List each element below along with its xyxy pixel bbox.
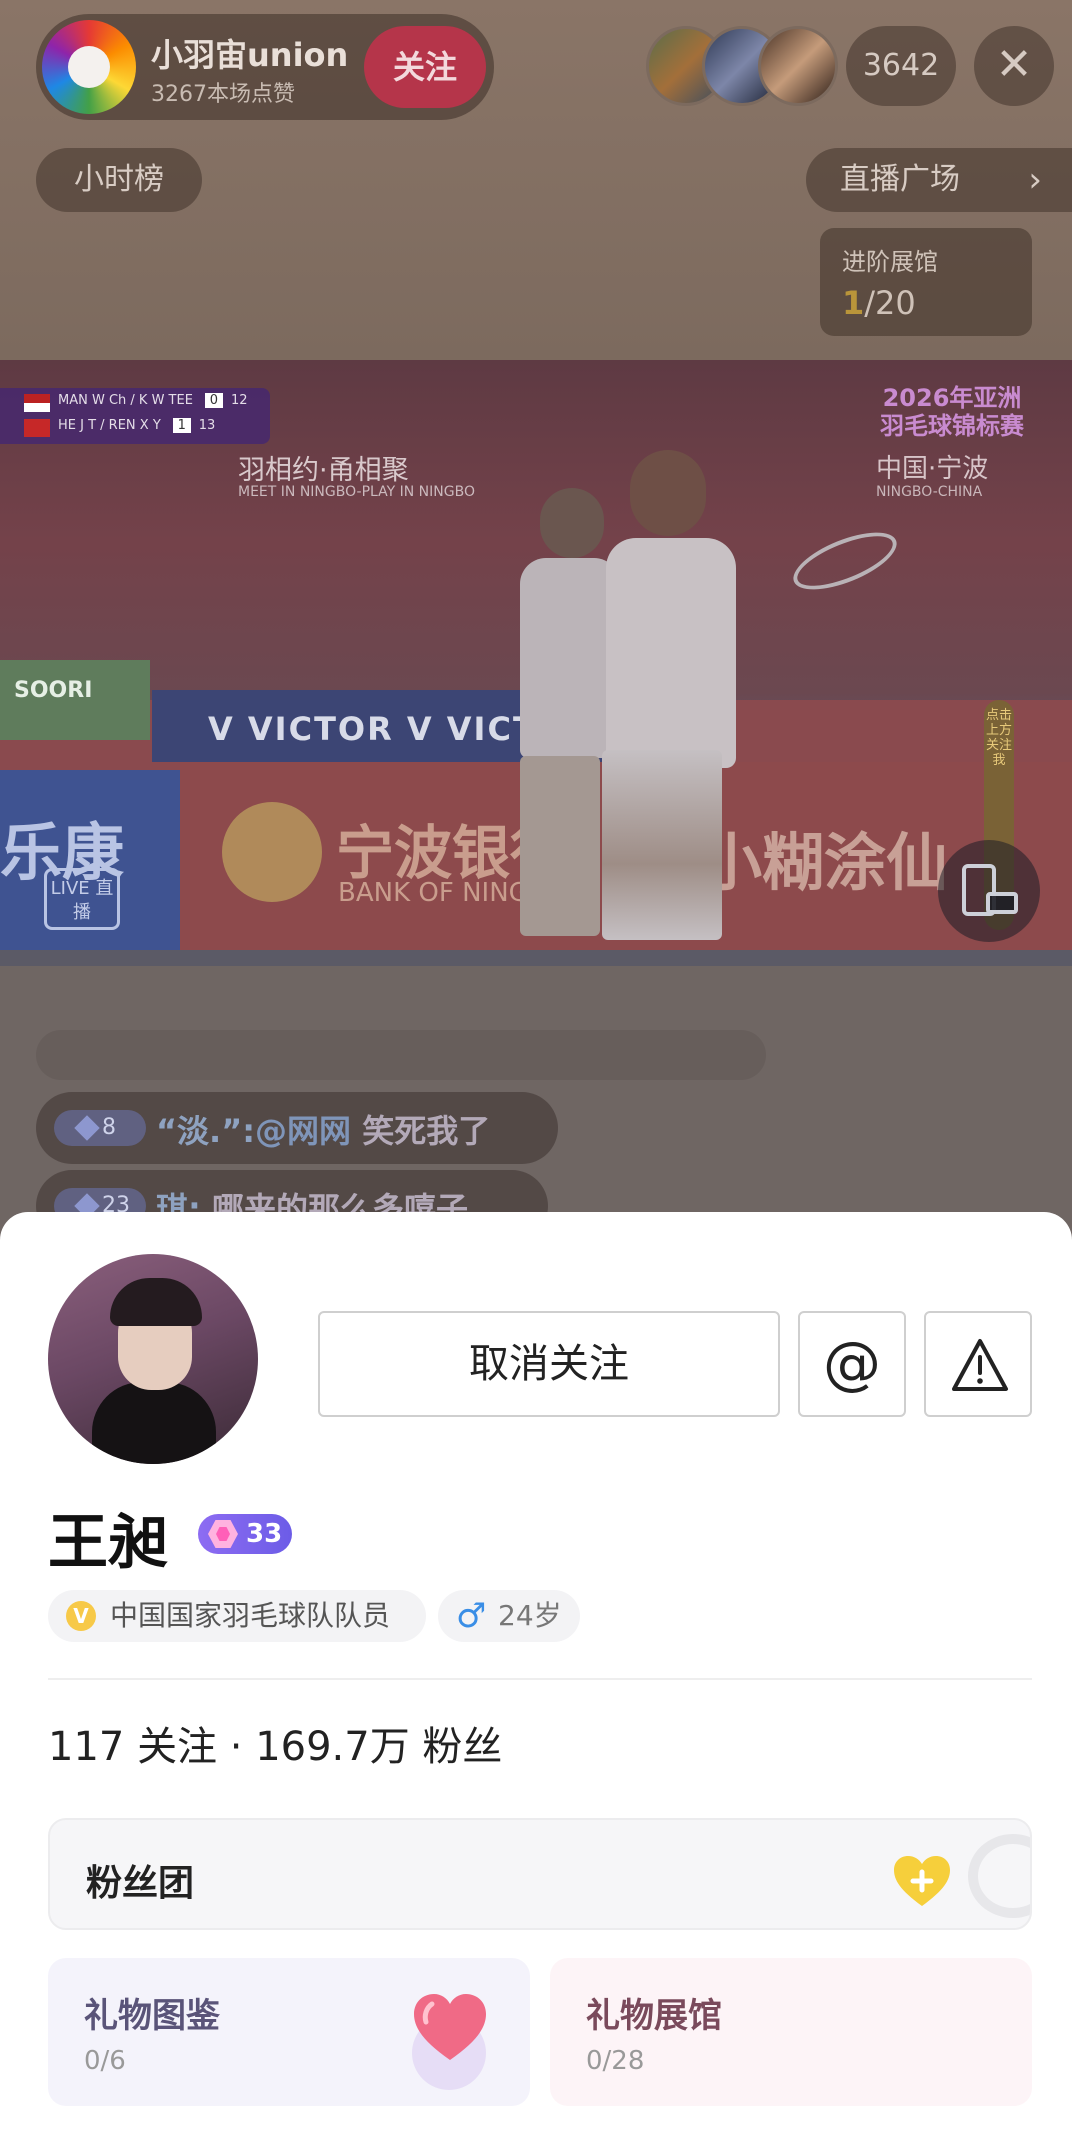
racket — [786, 520, 904, 602]
hexagon-icon — [208, 1520, 238, 1548]
user-level: 8 — [102, 1115, 116, 1140]
comment-line: “淡.”:@网网 笑死我了 — [156, 1106, 490, 1152]
ad-board-victor-text: V VICTOR V VICT — [208, 710, 537, 748]
close-icon[interactable]: ✕ — [974, 26, 1054, 106]
bank-logo — [222, 802, 322, 902]
avatar-shoulders — [92, 1382, 216, 1464]
viewer-count[interactable]: 3642 — [846, 26, 956, 106]
score-names: MAN W Ch / K W TEE — [58, 393, 193, 408]
event-city: 中国·宁波 — [876, 454, 989, 484]
player-front-head — [630, 450, 706, 536]
divider — [48, 1678, 1032, 1680]
level-number: 33 — [246, 1519, 283, 1549]
host-likes: 3267本场点赞 — [151, 82, 295, 107]
gift-hall-card[interactable]: 礼物展馆 0/28 — [550, 1958, 1032, 2106]
score-row: HE J T / REN X Y 1 13 — [58, 418, 215, 440]
live-video[interactable]: SOORI V VICTOR V VICT 宁波银行 BANK OF NINGB… — [0, 360, 1072, 966]
age-tag: ♂ 24岁 — [438, 1590, 580, 1642]
comment-mention: @网网 — [255, 1112, 352, 1150]
player-front — [506, 450, 736, 950]
comment-user[interactable]: “淡.”: — [156, 1112, 255, 1150]
event-logo: 2026年亚洲羽毛球锦标赛 — [880, 384, 1024, 440]
event-city-sub: NINGBO-CHINA — [876, 484, 983, 500]
warning-icon[interactable] — [924, 1311, 1032, 1417]
heart-plus-svg — [894, 1856, 950, 1906]
scoreboard: MAN W Ch / K W TEE 0 12 HE J T / REN X Y 11… — [0, 388, 270, 444]
score-names: HE J T / REN X Y — [58, 418, 161, 433]
viewer-avatar[interactable] — [758, 26, 838, 106]
hour-rank-button[interactable]: 小时榜 — [36, 148, 202, 212]
event-slogan-sub: MEET IN NINGBO-PLAY IN NINGBO — [238, 484, 475, 500]
comment-text: 笑死我了 — [351, 1112, 491, 1150]
flag-malaysia — [24, 394, 50, 412]
advance-total: /20 — [864, 284, 916, 322]
user-level-badge: 8 — [54, 1110, 146, 1146]
advance-hall-progress: 1/20 — [842, 284, 916, 322]
age-text: 24岁 — [498, 1599, 562, 1632]
landscape-outline — [986, 892, 1018, 914]
verification-text: 中国国家羽毛球队队员 — [110, 1599, 391, 1632]
follow-stats[interactable]: 117 关注 · 169.7万 粉丝 — [48, 1714, 502, 1772]
score-row: MAN W Ch / K W TEE 0 12 — [58, 393, 247, 415]
gift-catalog-count: 0/6 — [84, 2046, 126, 2076]
host-avatar[interactable] — [42, 20, 136, 114]
fans-club-label: 粉丝团 — [86, 1863, 195, 1904]
avatar-hair — [110, 1278, 202, 1326]
advance-hall-title: 进阶展馆 — [842, 248, 938, 276]
comment-faded — [36, 1030, 766, 1080]
score-games: 1 — [172, 418, 191, 433]
score-points: 12 — [230, 393, 248, 408]
score-points: 13 — [198, 418, 216, 433]
user-profile-sheet: 取消关注 @ 王昶 33 V 中国国家羽毛球队队员 ♂ 24岁 117 关注 · 1… — [0, 1212, 1072, 2140]
chevron-right-icon: › — [1028, 160, 1042, 200]
avatar[interactable] — [48, 1254, 258, 1464]
top-viewers[interactable] — [646, 26, 838, 106]
gem-icon — [74, 1115, 100, 1141]
gift-catalog-card[interactable]: 礼物图鉴 0/6 — [48, 1958, 530, 2106]
player-front-body — [606, 538, 736, 768]
host-name: 小羽宙union — [151, 36, 349, 74]
gift-catalog-title: 礼物图鉴 — [84, 1996, 220, 2036]
verification-tag[interactable]: V 中国国家羽毛球队队员 — [48, 1590, 426, 1642]
host-info-pill[interactable]: 小羽宙union 3267本场点赞 关注 — [36, 14, 494, 120]
advance-hall-card[interactable]: 进阶展馆 1/20 — [820, 228, 1032, 336]
live-plaza-label: 直播广场 — [840, 162, 960, 197]
court-floor — [0, 950, 1072, 966]
live-badge: LIVE 直播 — [44, 868, 120, 930]
unfollow-button[interactable]: 取消关注 — [318, 1311, 780, 1417]
score-games: 0 — [204, 393, 223, 408]
verified-icon: V — [66, 1601, 96, 1631]
player-front-legs — [602, 750, 722, 940]
flag-china — [24, 419, 50, 437]
comment-item[interactable]: 8 “淡.”:@网网 笑死我了 — [36, 1092, 558, 1164]
advance-current: 1 — [842, 284, 865, 322]
ad-text-shop: 小糊涂仙 — [700, 826, 949, 899]
ad-board-green-text: SOORI — [14, 678, 93, 703]
fans-club-card[interactable]: 粉丝团 — [48, 1818, 1032, 1930]
profile-name: 王昶 — [48, 1508, 168, 1578]
follow-host-button[interactable]: 关注 — [364, 26, 486, 108]
gift-hall-count: 0/28 — [586, 2046, 645, 2076]
at-icon[interactable]: @ — [798, 1311, 906, 1417]
heart-balloon-icon — [414, 1994, 486, 2060]
gift-hall-title: 礼物展馆 — [586, 1996, 722, 2036]
warning-triangle — [952, 1339, 1008, 1391]
male-icon: ♂ — [456, 1596, 487, 1636]
heart-plus-icon — [892, 1854, 952, 1908]
event-slogan: 羽相约·甬相聚 — [238, 455, 409, 486]
fans-club-decoration — [968, 1834, 1030, 1918]
screen-rotate-icon[interactable] — [938, 840, 1040, 942]
live-plaza-button[interactable]: 直播广场 › — [806, 148, 1072, 212]
level-badge[interactable]: 33 — [198, 1514, 292, 1554]
